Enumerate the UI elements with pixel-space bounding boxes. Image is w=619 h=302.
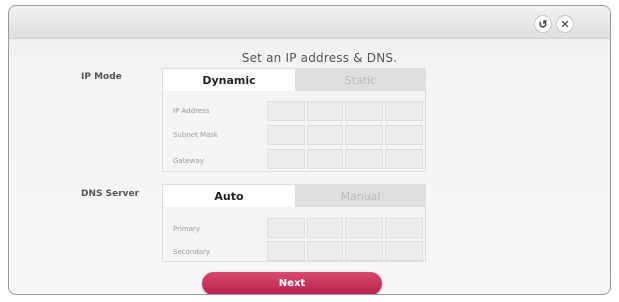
subnet-mask-octet-3[interactable] <box>345 125 383 145</box>
dialog-title: Set an IP address & DNS. <box>241 51 398 65</box>
subnet-mask-label: Subnet Mask <box>173 131 219 139</box>
network-settings-dialog: ↺ ✕ Set an IP address & DNS. IP Mode Dyn… <box>8 5 611 295</box>
secondary-dns-label: Secondary <box>173 248 211 256</box>
ip-address-octet-2[interactable] <box>307 101 343 121</box>
close-icon[interactable]: ✕ <box>556 15 574 33</box>
dns-server-label: DNS Server <box>81 189 140 199</box>
dns-server-panel: Auto Manual Primary Secondary <box>162 184 426 262</box>
primary-dns-label: Primary <box>173 225 201 233</box>
gateway-octet-4[interactable] <box>385 149 423 169</box>
ip-address-octet-3[interactable] <box>345 101 383 121</box>
ip-address-octet-1[interactable] <box>267 101 305 121</box>
gateway-octet-1[interactable] <box>267 149 305 169</box>
tab-manual[interactable]: Manual <box>295 185 426 207</box>
primary-dns-octet-3[interactable] <box>345 218 383 238</box>
back-icon[interactable]: ↺ <box>534 15 552 33</box>
gateway-label: Gateway <box>173 157 204 165</box>
gateway-octet-3[interactable] <box>345 149 383 169</box>
secondary-dns-octet-4[interactable] <box>385 241 423 261</box>
tab-static[interactable]: Static <box>295 69 426 91</box>
secondary-dns-octet-2[interactable] <box>307 241 343 261</box>
secondary-dns-octet-1[interactable] <box>267 241 305 261</box>
ip-address-octet-4[interactable] <box>385 101 423 121</box>
gateway-octet-2[interactable] <box>307 149 343 169</box>
tab-dynamic[interactable]: Dynamic <box>163 69 295 91</box>
primary-dns-octet-1[interactable] <box>267 218 305 238</box>
primary-dns-octet-2[interactable] <box>307 218 343 238</box>
ip-address-label: IP Address <box>173 107 210 115</box>
primary-dns-octet-4[interactable] <box>385 218 423 238</box>
ip-mode-panel: Dynamic Static IP Address Subnet Mask Ga… <box>162 68 426 172</box>
subnet-mask-octet-2[interactable] <box>307 125 343 145</box>
next-button[interactable]: Next <box>202 272 382 294</box>
subnet-mask-octet-1[interactable] <box>267 125 305 145</box>
tab-auto[interactable]: Auto <box>163 185 295 207</box>
ip-mode-label: IP Mode <box>81 72 122 82</box>
dialog-titlebar: ↺ ✕ <box>9 6 610 39</box>
subnet-mask-octet-4[interactable] <box>385 125 423 145</box>
secondary-dns-octet-3[interactable] <box>345 241 383 261</box>
